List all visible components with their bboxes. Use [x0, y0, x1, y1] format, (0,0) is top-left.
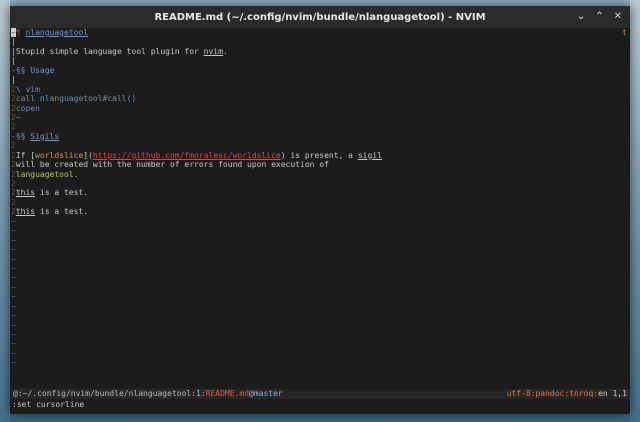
- window-controls: ⌄ ⌃ ✕: [577, 6, 622, 28]
- tilde-marker: ~: [11, 330, 16, 339]
- buffer-line: 2If [worldslice](https://github.com/fmor…: [11, 150, 382, 160]
- command-line[interactable]: :set cursorline: [10, 400, 630, 410]
- tilde-marker: ~: [11, 273, 16, 283]
- editor-buffer[interactable]: t -¶ nlanguagetool | |Stupid simple lang…: [10, 28, 630, 414]
- tilde-marker: ~: [11, 348, 16, 358]
- status-position: 1,1: [607, 389, 627, 398]
- buffer-line: |Stupid simple language tool plugin for …: [11, 46, 228, 56]
- minimize-icon[interactable]: ⌄: [577, 12, 585, 22]
- nvim-window[interactable]: README.md (~/.config/nvim/bundle/nlangua…: [10, 6, 630, 414]
- close-icon[interactable]: ✕: [614, 12, 622, 22]
- tilde-marker: ~: [11, 292, 16, 302]
- tilde-marker: ~: [11, 339, 16, 349]
- tilde-marker: ~: [11, 282, 16, 292]
- buffer-line: 2: [11, 141, 16, 151]
- window-titlebar[interactable]: README.md (~/.config/nvim/bundle/nlangua…: [10, 6, 630, 28]
- buffer-line: 2: [11, 197, 16, 207]
- tilde-marker: ~: [11, 226, 16, 236]
- desktop-right-edge: [630, 0, 640, 422]
- window-title: README.md (~/.config/nvim/bundle/nlangua…: [154, 11, 486, 23]
- buffer-line: |: [11, 75, 16, 85]
- tilde-marker: ~: [11, 254, 16, 264]
- buffer-line: 2: [11, 122, 16, 132]
- empty-line-markers: ~ ~ ~ ~ ~ ~ ~ ~ ~ ~ ~ ~ ~ ~ ~ ~: [10, 217, 630, 368]
- tilde-marker: ~: [11, 245, 16, 255]
- buffer-line: -§§ Usage: [11, 65, 55, 75]
- buffer-line: 2this is a test.: [11, 207, 89, 217]
- buffer-line: 2will be created with the number of erro…: [11, 160, 329, 170]
- status-lang: en: [598, 389, 608, 398]
- buffer-line: 2copen: [11, 103, 40, 113]
- tilde-marker: ~: [11, 301, 16, 311]
- tilde-marker: ~: [11, 311, 16, 321]
- buffer-line: |: [11, 56, 16, 66]
- tilde-marker: ~: [11, 320, 16, 330]
- buffer-line: 2call nlanguagetool#call(): [11, 94, 137, 104]
- buffer-line: |: [11, 37, 16, 47]
- maximize-icon[interactable]: ⌃: [595, 12, 603, 22]
- status-encoding: utf-8:pandoc:tnroq:: [506, 389, 599, 398]
- buffer-line: 2languagetool.: [11, 169, 79, 179]
- buffer-line: -¶ nlanguagetool: [11, 28, 89, 37]
- buffer-line: 2\ vim: [11, 84, 40, 94]
- statusline: @:~/.config/nvim/bundle/nlanguagetool:1:…: [10, 389, 630, 399]
- tilde-marker: ~: [11, 216, 16, 226]
- status-branch: @master: [249, 389, 283, 398]
- status-path: @:~/.config/nvim/bundle/nlanguagetool:1:: [13, 389, 206, 398]
- buffer-line: 2this is a test.: [11, 188, 89, 198]
- tilde-marker: ~: [11, 358, 16, 368]
- tilde-marker: ~: [11, 263, 16, 273]
- buffer-line: -§§ Sigils: [11, 131, 60, 141]
- status-file: README.md: [205, 389, 250, 398]
- buffer-line: 2: [11, 179, 16, 188]
- buffer-line: 2~: [11, 112, 21, 122]
- tilde-marker: ~: [11, 235, 16, 245]
- desktop-left-edge: [0, 0, 10, 422]
